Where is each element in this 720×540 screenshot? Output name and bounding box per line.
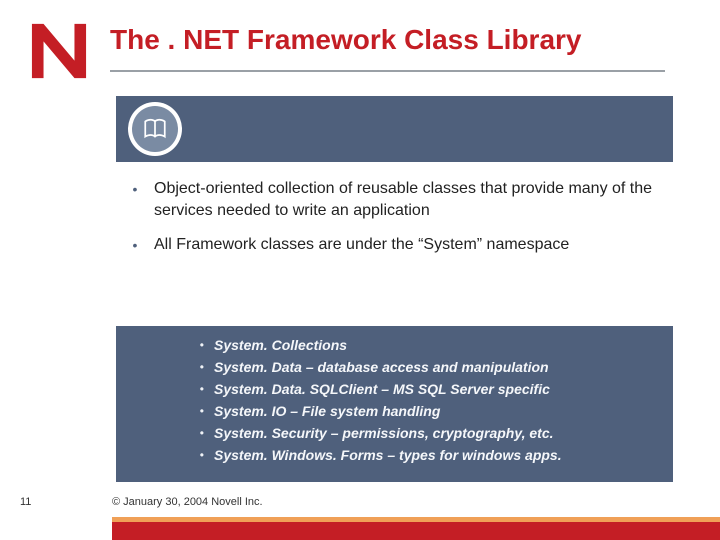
bullet-marker: •	[116, 234, 154, 256]
copyright-line: © January 30, 2004 Novell Inc.	[112, 496, 263, 508]
sub-bullet-marker: •	[128, 336, 214, 354]
sub-bullet-text: System. IO – File system handling	[214, 402, 661, 420]
bullet-item: • All Framework classes are under the “S…	[116, 234, 673, 256]
footer-brand-bar	[112, 522, 720, 540]
sub-bullet-item: • System. IO – File system handling	[128, 402, 661, 420]
sub-bullet-marker: •	[128, 358, 214, 376]
title-divider	[110, 70, 665, 72]
sub-bullet-marker: •	[128, 446, 214, 464]
bullet-text: Object-oriented collection of reusable c…	[154, 178, 673, 222]
sub-bullet-text: System. Security – permissions, cryptogr…	[214, 424, 661, 442]
bullet-text: All Framework classes are under the “Sys…	[154, 234, 673, 256]
sub-bullet-item: • System. Data – database access and man…	[128, 358, 661, 376]
sub-bullet-marker: •	[128, 402, 214, 420]
book-icon	[132, 106, 178, 152]
sub-bullet-item: • System. Data. SQLClient – MS SQL Serve…	[128, 380, 661, 398]
sub-bullet-item: • System. Windows. Forms – types for win…	[128, 446, 661, 464]
header-graphic-bar	[116, 96, 673, 162]
sub-bullet-text: System. Data. SQLClient – MS SQL Server …	[214, 380, 661, 398]
sub-bullet-text: System. Data – database access and manip…	[214, 358, 661, 376]
sub-bullet-box: • System. Collections • System. Data – d…	[116, 326, 673, 482]
bullet-list: • Object-oriented collection of reusable…	[116, 178, 673, 268]
sub-bullet-text: System. Windows. Forms – types for windo…	[214, 446, 661, 464]
sub-bullet-marker: •	[128, 424, 214, 442]
book-badge	[128, 102, 182, 156]
sub-bullet-marker: •	[128, 380, 214, 398]
slide-title: The . NET Framework Class Library	[110, 24, 582, 56]
page-number: 11	[20, 496, 31, 508]
novell-logo	[30, 22, 88, 80]
bullet-marker: •	[116, 178, 154, 222]
slide: The . NET Framework Class Library • Obje…	[0, 0, 720, 540]
bullet-item: • Object-oriented collection of reusable…	[116, 178, 673, 222]
sub-bullet-item: • System. Security – permissions, crypto…	[128, 424, 661, 442]
sub-bullet-item: • System. Collections	[128, 336, 661, 354]
sub-bullet-text: System. Collections	[214, 336, 661, 354]
